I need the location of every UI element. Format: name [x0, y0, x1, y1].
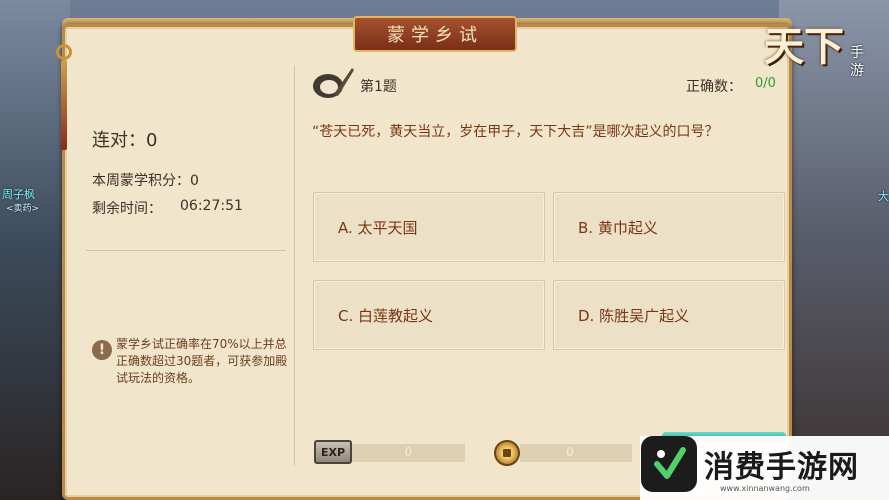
quiz-panel: [62, 24, 792, 500]
answer-option-c[interactable]: C. 白莲教起义: [313, 280, 545, 350]
question-number: 第1题: [360, 79, 397, 95]
exp-icon: EXP: [314, 440, 352, 464]
exp-reward-value: 0: [404, 445, 413, 459]
watermark-logo-icon: [641, 436, 697, 492]
eligibility-notice: 蒙学乡试正确率在70%以上并总正确数超过30题者，可获参加殿试玩法的资格。: [116, 337, 288, 385]
npc-name-left[interactable]: 周子枫: [2, 186, 35, 202]
weekly-score-label: 本周蒙学积分：: [92, 173, 190, 189]
correct-count-label: 正确数：: [686, 79, 742, 95]
time-remaining-label: 剩余时间：: [92, 201, 162, 217]
answer-option-d[interactable]: D. 陈胜吴广起义: [553, 280, 785, 350]
question-text: “苍天已死，黄天当立，岁在甲子，天下大吉”是哪次起义的口号？: [312, 124, 719, 140]
answer-option-b[interactable]: B. 黄巾起义: [553, 192, 785, 262]
streak-label: 连对：: [92, 130, 146, 151]
time-remaining-value: 06:27:51: [180, 198, 243, 214]
npc-title-left: <卖药>: [6, 204, 40, 214]
exclamation-icon: !: [92, 340, 112, 360]
npc-name-right[interactable]: 大: [878, 188, 889, 204]
coin-icon: [494, 440, 520, 466]
correct-count-value: 0/0: [755, 76, 776, 91]
logo-sub-text-2: 游: [850, 63, 864, 79]
divider: [86, 250, 286, 251]
column-divider: [294, 66, 295, 466]
game-logo: 天下 手 游: [760, 14, 880, 94]
logo-sub-text-1: 手: [850, 45, 864, 61]
hanging-ornament-icon: [56, 44, 72, 164]
streak-value: 0: [146, 130, 158, 151]
watermark-url: www.xinnanwang.com: [720, 484, 810, 493]
panel-title: 蒙学乡试: [353, 16, 517, 52]
answer-option-a[interactable]: A. 太平天国: [313, 192, 545, 262]
weekly-score-stat: 本周蒙学积分：0: [92, 170, 199, 190]
streak-stat: 连对：0: [92, 126, 157, 152]
coin-reward-value: 0: [566, 445, 574, 459]
brush-icon: [310, 66, 354, 102]
weekly-score-value: 0: [190, 173, 199, 189]
watermark-text: 消费手游网: [704, 450, 859, 485]
logo-main-text: 天下: [764, 23, 844, 70]
